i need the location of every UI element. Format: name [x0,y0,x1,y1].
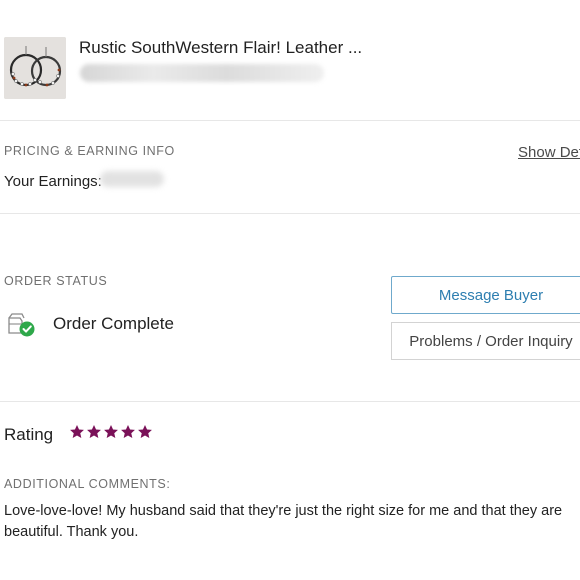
divider [0,401,580,402]
redacted-earnings-value [100,171,164,187]
star-icon [104,425,118,438]
rating-label: Rating [4,425,54,444]
show-details-link[interactable]: Show Det [518,144,580,161]
redacted-item-details [80,64,324,82]
divider [0,213,580,214]
star-icon [70,425,84,438]
divider [0,120,580,121]
earnings-label: Your Earnings: [4,173,102,190]
package-check-icon [7,312,37,338]
product-thumbnail[interactable] [4,37,66,99]
order-status-label: ORDER STATUS [4,274,108,288]
star-icon [121,425,135,438]
rating-stars [69,424,153,440]
item-title[interactable]: Rustic SouthWestern Flair! Leather ... [79,38,362,58]
problems-order-inquiry-button[interactable]: Problems / Order Inquiry [391,322,580,360]
earrings-product-photo [4,37,66,99]
order-status-text: Order Complete [53,314,174,333]
buyer-comment: Love-love-love! My husband said that the… [4,503,563,540]
pricing-section-label: PRICING & EARNING INFO [4,144,175,158]
message-buyer-button[interactable]: Message Buyer [391,276,580,314]
additional-comments-label: ADDITIONAL COMMENTS: [4,477,171,491]
star-icon [87,425,101,438]
star-icon [138,425,152,438]
